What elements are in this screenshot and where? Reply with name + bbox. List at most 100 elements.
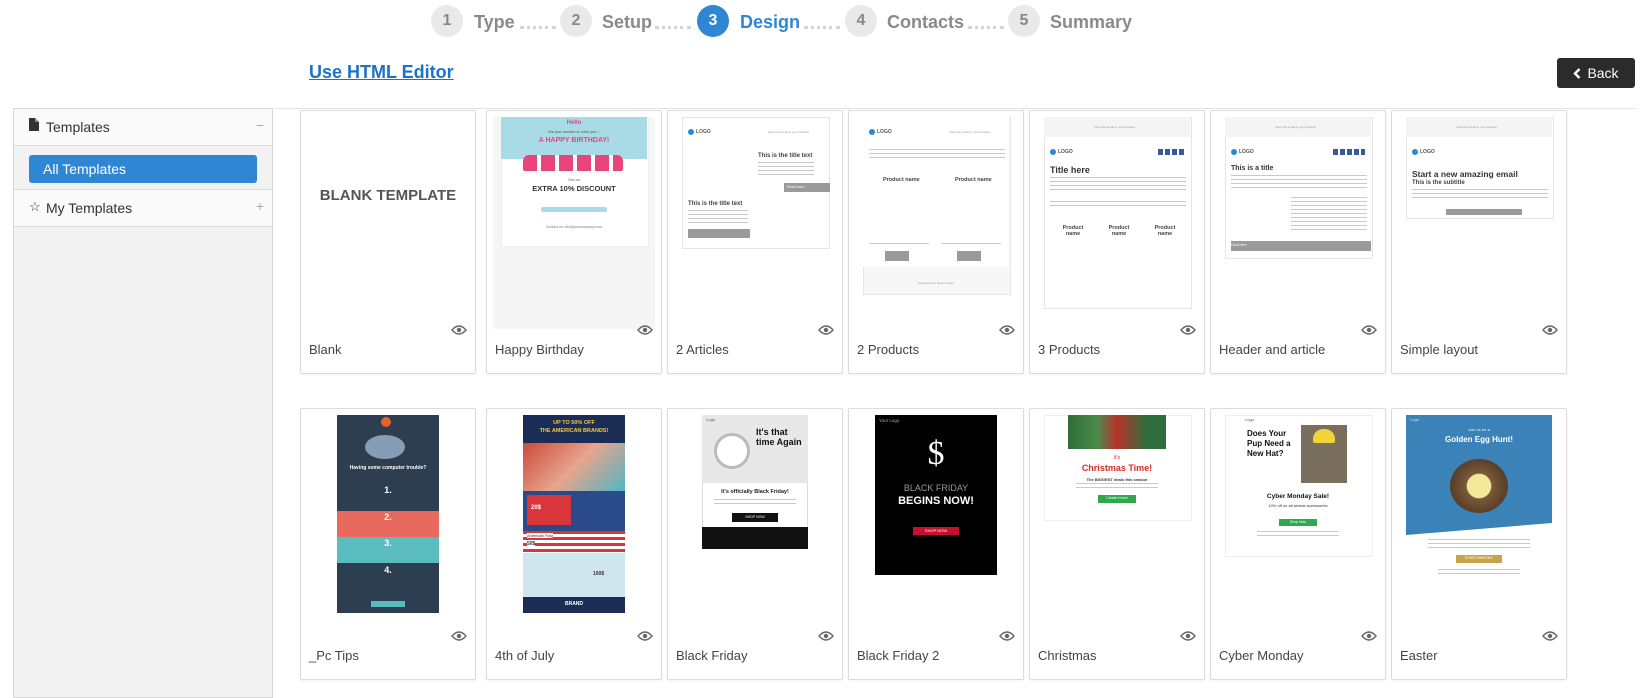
template-name: Happy Birthday (495, 342, 584, 357)
eye-icon[interactable] (1542, 325, 1558, 335)
template-name: Cyber Monday (1219, 648, 1304, 663)
step-3-number[interactable]: 3 (697, 5, 729, 37)
template-thumbnail: Logo It's that time Again It's officiall… (674, 415, 836, 615)
template-card-cyber-monday[interactable]: Logo Does Your Pup Need a New Hat? Cyber… (1210, 408, 1386, 680)
template-name: 3 Products (1038, 342, 1101, 357)
template-card-blank[interactable]: BLANK TEMPLATE Blank (300, 110, 476, 374)
webview-link: View this email in your browser (1275, 125, 1317, 129)
bf-headline: It's officially Black Friday! (721, 489, 789, 495)
xmas-title: Christmas Time! (1081, 463, 1153, 473)
sidebar-item-my-templates[interactable]: ☆ My Templates + (14, 189, 272, 227)
template-card-happy-birthday[interactable]: Hello We just wanted to wish you... A HA… (486, 110, 662, 374)
template-thumbnail: Your Logo $ BLACK FRIDAY BEGINS NOW! SHO… (855, 415, 1017, 615)
eye-icon[interactable] (818, 325, 834, 335)
tip-number-2: 2. (384, 512, 392, 522)
eye-icon[interactable] (451, 325, 467, 335)
template-name: Easter (1400, 648, 1438, 663)
birthday-line1: We just wanted to wish you... (548, 129, 600, 134)
template-card-pc-tips[interactable]: Having some computer trouble? 1. 2. 3. 4… (300, 408, 476, 680)
cyber-logo: Logo (1245, 417, 1254, 422)
step-divider (655, 26, 691, 29)
step-5-number[interactable]: 5 (1008, 5, 1040, 37)
july-banner-1: UP TO 50% OFF (553, 420, 595, 426)
step-4-number[interactable]: 4 (845, 5, 877, 37)
template-thumbnail: LOGO View this email in your browser Pro… (855, 117, 1017, 329)
simple-subtitle: This is the subtitle (1412, 180, 1465, 186)
all-templates-button[interactable]: All Templates (29, 155, 257, 183)
step-divider (804, 26, 840, 29)
step-1-label[interactable]: Type (474, 12, 515, 33)
template-name: 4th of July (495, 648, 555, 663)
easter-logo: Logo (1410, 417, 1419, 422)
bf2-line2: BEGINS NOW! (898, 495, 974, 507)
template-thumbnail: Logo Does Your Pup Need a New Hat? Cyber… (1217, 415, 1379, 615)
sidebar-item-templates[interactable]: Templates − (14, 109, 272, 146)
xmas-button: Create it now! (1106, 496, 1128, 500)
template-card-2-articles[interactable]: LOGO View this email in your browser Thi… (667, 110, 843, 374)
templates-label: Templates (46, 119, 110, 135)
birthday-offer: EXTRA 10% DISCOUNT (532, 184, 616, 193)
title-text: Title here (1050, 165, 1090, 175)
step-2-number[interactable]: 2 (560, 5, 592, 37)
bf-shop-button: SHOP NOW (745, 515, 765, 519)
eye-icon[interactable] (999, 631, 1015, 641)
eye-icon[interactable] (637, 325, 653, 335)
click-here-label: Click here (1231, 243, 1247, 247)
eye-icon[interactable] (999, 325, 1015, 335)
use-html-editor-link[interactable]: Use HTML Editor (309, 62, 454, 83)
july-brand: BRAND (564, 601, 584, 607)
bf2-shop-button: SHOP NOW (924, 528, 948, 533)
eye-icon[interactable] (1361, 631, 1377, 641)
easter-title: Golden Egg Hunt! (1445, 435, 1513, 444)
eye-icon[interactable] (1180, 325, 1196, 335)
template-card-black-friday-2[interactable]: Your Logo $ BLACK FRIDAY BEGINS NOW! SHO… (848, 408, 1024, 680)
template-card-header-and-article[interactable]: View this email in your browser LOGO Thi… (1210, 110, 1386, 374)
product-name-3: Product name (1154, 225, 1176, 237)
article-title: This is a title (1231, 165, 1274, 172)
eye-icon[interactable] (637, 631, 653, 641)
eye-icon[interactable] (1542, 631, 1558, 641)
collapse-icon[interactable]: − (256, 117, 264, 133)
template-name: Blank (309, 342, 342, 357)
step-5-label[interactable]: Summary (1050, 12, 1132, 33)
template-card-simple-layout[interactable]: View this email in your browser LOGO Sta… (1391, 110, 1567, 374)
logo-text: LOGO (877, 129, 892, 135)
bf2-line1: BLACK FRIDAY (903, 483, 969, 493)
product-name-2: Product name (1108, 225, 1130, 237)
template-name: 2 Articles (676, 342, 729, 357)
template-thumbnail: Hello We just wanted to wish you... A HA… (493, 117, 655, 329)
template-thumbnail: View this email in your browser LOGO Thi… (1217, 117, 1379, 329)
easter-button: START HUNTING (1464, 556, 1493, 560)
eye-icon[interactable] (451, 631, 467, 641)
template-card-4th-of-july[interactable]: UP TO 50% OFF THE AMERICAN BRANDS! 20$ A… (486, 408, 662, 680)
article-title-2: This is the title text (688, 201, 743, 207)
logo-text: LOGO (1239, 149, 1254, 155)
tip-number-3: 3. (384, 538, 392, 548)
step-2-label[interactable]: Setup (602, 12, 652, 33)
step-3-label[interactable]: Design (740, 12, 800, 33)
template-sidebar: Templates − All Templates ☆ My Templates… (13, 108, 273, 698)
simple-title: Start a new amazing email (1412, 169, 1518, 179)
template-thumbnail: View this email in your browser LOGO Tit… (1036, 117, 1198, 329)
template-name: _Pc Tips (309, 648, 359, 663)
tip-number-1: 1. (384, 485, 392, 495)
step-4-label[interactable]: Contacts (887, 12, 964, 33)
template-card-christmas[interactable]: It's Christmas Time! The BIGGEST deals t… (1029, 408, 1205, 680)
webview-link: View this email in your browser (1094, 125, 1136, 129)
template-thumbnail: View this email in your browser LOGO Sta… (1398, 117, 1560, 329)
template-card-black-friday[interactable]: Logo It's that time Again It's officiall… (667, 408, 843, 680)
template-card-3-products[interactable]: View this email in your browser LOGO Tit… (1029, 110, 1205, 374)
step-1-number[interactable]: 1 (431, 5, 463, 37)
expand-icon[interactable]: + (256, 198, 264, 214)
file-icon (29, 118, 39, 134)
template-name: Black Friday (676, 648, 748, 663)
article-title-1: This is the title text (758, 153, 813, 159)
july-price-1: 20$ (531, 505, 542, 511)
bf-big-text: It's that time Again (756, 427, 802, 447)
eye-icon[interactable] (1180, 631, 1196, 641)
template-card-2-products[interactable]: LOGO View this email in your browser Pro… (848, 110, 1024, 374)
back-button[interactable]: Back (1557, 58, 1635, 88)
eye-icon[interactable] (818, 631, 834, 641)
template-card-easter[interactable]: Logo Join us for a Golden Egg Hunt! STAR… (1391, 408, 1567, 680)
eye-icon[interactable] (1361, 325, 1377, 335)
